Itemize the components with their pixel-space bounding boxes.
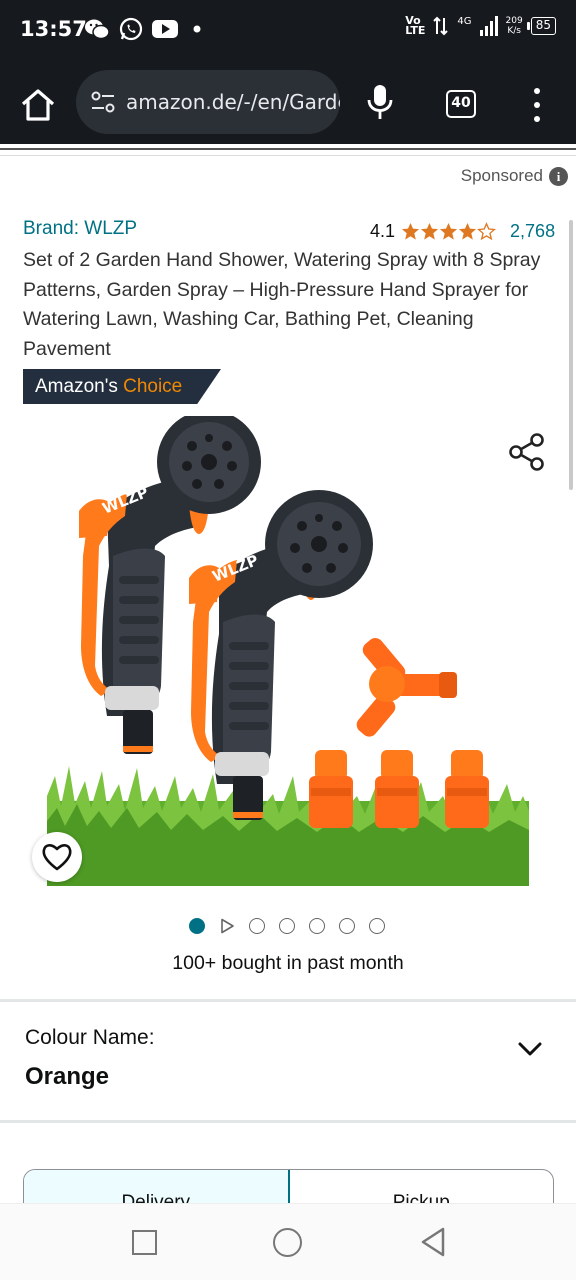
notification-dot-icon [193,25,201,33]
url-text: amazon.de/-/en/Garden-Hand-Shower [126,90,340,114]
amazons-choice-badge: Amazon's Choice [23,369,221,404]
product-title: Set of 2 Garden Hand Shower, Watering Sp… [23,249,541,360]
site-settings-icon[interactable] [90,89,116,115]
video-play-icon[interactable] [219,918,235,934]
rating-value: 4.1 [370,221,396,241]
info-icon[interactable]: i [549,166,568,186]
carousel-dot[interactable] [279,918,295,934]
badge-suffix: Choice [123,376,183,397]
system-navigation-bar [0,1203,576,1280]
rating-summary[interactable]: 4.1 2,768 [370,221,555,242]
colour-label: Colour Name: [25,1026,155,1049]
product-image[interactable]: WLZP WLZP [47,416,529,886]
colour-value: Orange [25,1063,110,1090]
section-divider [0,1120,576,1123]
tab-switcher-button[interactable]: 40 [446,90,476,118]
star-full-icon [458,222,477,240]
data-arrows-icon [433,16,449,36]
status-bar: 13:57 Vo LTE 4G 209 K/s 85 [0,0,576,58]
wishlist-button[interactable] [32,832,82,882]
carousel-dot[interactable] [339,918,355,934]
y-connector [356,638,457,737]
wechat-icon [85,19,110,40]
sponsored-text: Sponsored [460,166,543,185]
bought-past-month: 100+ bought in past month [172,952,404,974]
chevron-down-icon[interactable] [518,1041,542,1057]
badge-prefix: Amazon's [35,376,118,397]
star-full-icon [420,222,439,240]
carousel-dot[interactable] [369,918,385,934]
microphone-icon[interactable] [366,84,394,120]
status-notification-icons [84,17,203,41]
signal-icon [479,16,498,36]
network-speed: 209 K/s [506,16,523,36]
app-root: 13:57 Vo LTE 4G 209 K/s 85 amazon.de/-/e… [0,0,576,1280]
share-icon[interactable] [508,432,546,472]
url-bar[interactable]: amazon.de/-/en/Garden-Hand-Shower [76,70,340,134]
heart-icon [42,844,72,871]
volte-indicator: Vo LTE [405,15,426,37]
top-divider-strip [0,144,576,156]
speed-unit: K/s [507,26,521,36]
carousel-dot[interactable] [249,918,265,934]
star-full-icon [401,222,420,240]
star-empty-icon [477,222,497,241]
recent-apps-icon[interactable] [132,1230,157,1255]
whatsapp-icon [119,17,143,41]
back-triangle-icon[interactable] [420,1227,446,1257]
page-scrollbar[interactable] [569,220,573,490]
star-full-icon [439,222,458,240]
carousel-dot[interactable] [309,918,325,934]
rating-count-link[interactable]: 2,768 [510,221,555,242]
battery-indicator: 85 [526,17,556,35]
section-divider [0,999,576,1002]
image-carousel-indicators [189,918,385,934]
rating-stars [401,222,497,241]
home-icon[interactable] [20,88,56,122]
carousel-dot-active[interactable] [189,918,205,934]
youtube-icon [152,20,178,38]
sponsored-label[interactable]: Sponsored i [461,166,568,186]
volte-bottom: LTE [405,24,426,37]
brand-link[interactable]: Brand: WLZP [23,218,137,240]
browser-toolbar: amazon.de/-/en/Garden-Hand-Shower 40 [0,58,576,144]
status-time: 13:57 [20,17,87,41]
hose-connectors [309,750,489,828]
network-type: 4G [457,15,472,27]
overflow-menu-icon[interactable] [530,88,544,122]
status-right-cluster: Vo LTE 4G 209 K/s 85 [405,15,556,37]
home-circle-icon[interactable] [273,1228,302,1257]
speed-value: 209 [505,16,523,26]
